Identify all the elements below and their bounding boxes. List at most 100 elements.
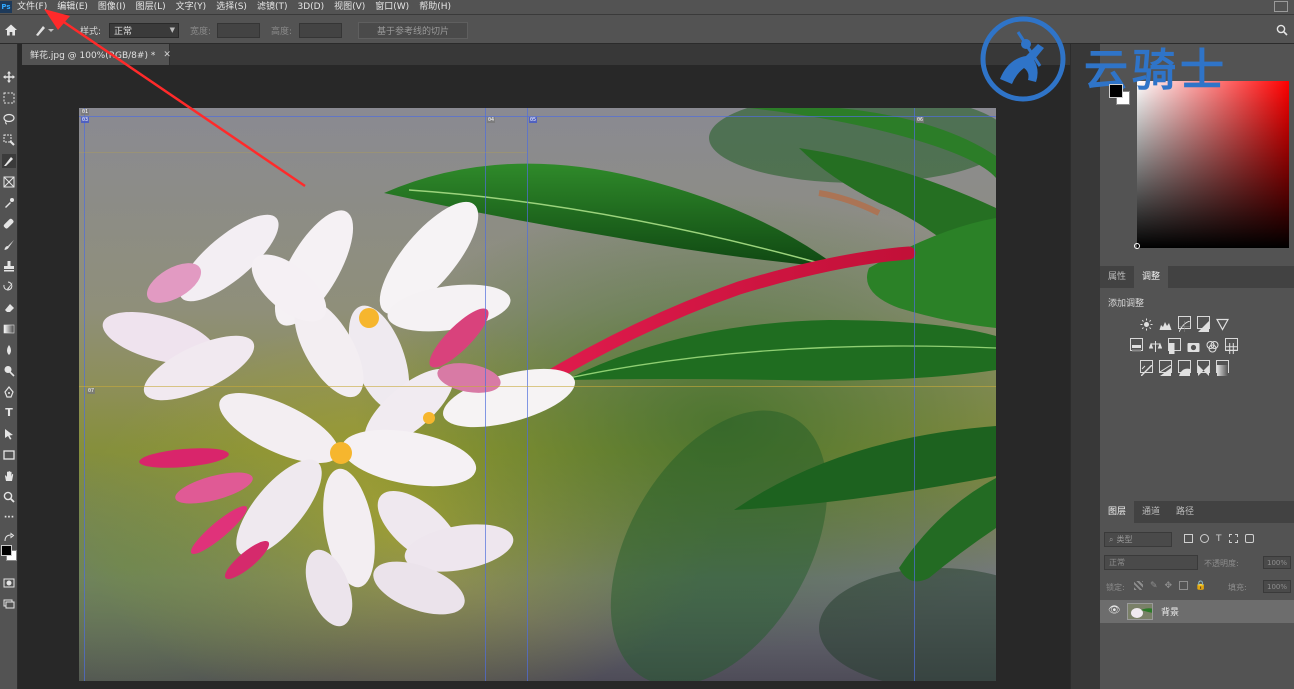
channel-mixer-icon[interactable] xyxy=(1206,338,1219,353)
foreground-color-swatch[interactable] xyxy=(1109,84,1123,98)
brush-tool-icon[interactable] xyxy=(2,238,16,252)
height-field[interactable] xyxy=(299,23,342,38)
brightness-contrast-icon[interactable] xyxy=(1140,316,1153,331)
lock-all-icon[interactable]: 🔒 xyxy=(1195,581,1206,591)
quick-selection-tool-icon[interactable] xyxy=(2,133,16,147)
healing-brush-tool-icon[interactable] xyxy=(2,217,16,231)
zoom-tool-icon[interactable] xyxy=(2,490,16,504)
menu-image[interactable]: 图像(I) xyxy=(93,0,131,14)
width-field[interactable] xyxy=(217,23,260,38)
tool-preset-picker[interactable] xyxy=(34,15,74,45)
slice-label[interactable]: 07 xyxy=(87,388,96,394)
smart-object-filter-icon[interactable] xyxy=(1244,534,1254,543)
layer-row-background[interactable]: 👁 背景 xyxy=(1100,600,1294,623)
menu-file[interactable]: 文件(F) xyxy=(12,0,52,14)
blend-mode-select[interactable]: 正常 xyxy=(1104,555,1198,570)
slice-label[interactable]: 01 xyxy=(81,109,90,115)
slice-label[interactable]: 06 xyxy=(916,117,925,123)
flower-photo[interactable]: 01 03 04 05 06 07 xyxy=(79,108,996,681)
slice-tool-icon[interactable] xyxy=(2,154,16,168)
hue-saturation-icon[interactable] xyxy=(1130,338,1143,352)
visibility-eye-icon[interactable]: 👁 xyxy=(1108,605,1121,616)
slice-label[interactable]: 05 xyxy=(529,117,538,123)
selective-color-icon[interactable] xyxy=(1197,360,1210,376)
lock-transparent-icon[interactable] xyxy=(1134,581,1143,590)
height-label: 高度: xyxy=(271,26,293,37)
opacity-label: 不透明度: xyxy=(1204,559,1239,568)
eraser-tool-icon[interactable] xyxy=(2,301,16,315)
adjustment-filter-icon[interactable] xyxy=(1200,534,1209,543)
screen-mode-icon[interactable] xyxy=(2,597,16,611)
tab-properties[interactable]: 属性 xyxy=(1100,266,1134,288)
dodge-tool-icon[interactable] xyxy=(2,364,16,378)
blur-tool-icon[interactable] xyxy=(2,343,16,357)
menu-view[interactable]: 视图(V) xyxy=(329,0,370,14)
layer-name: 背景 xyxy=(1161,608,1180,618)
swap-colors-icon[interactable] xyxy=(2,531,16,545)
photoshop-logo-icon: Ps xyxy=(0,1,12,13)
fill-field[interactable]: 100% xyxy=(1263,580,1291,593)
marquee-tool-icon[interactable] xyxy=(2,91,16,105)
more-tools-icon[interactable]: ··· xyxy=(2,511,16,525)
posterize-icon[interactable] xyxy=(1159,360,1172,376)
threshold-icon[interactable] xyxy=(1178,360,1191,376)
path-selection-tool-icon[interactable] xyxy=(2,427,16,441)
close-icon[interactable]: ✕ xyxy=(163,50,171,60)
type-tool-icon[interactable]: T xyxy=(2,406,16,420)
menu-layer[interactable]: 图层(L) xyxy=(131,0,171,14)
lock-position-icon[interactable]: ✥ xyxy=(1165,581,1173,591)
exposure-icon[interactable] xyxy=(1197,316,1210,332)
color-lookup-icon[interactable] xyxy=(1225,338,1238,354)
slice-label[interactable]: 04 xyxy=(487,117,496,123)
black-white-icon[interactable] xyxy=(1168,338,1181,354)
menu-filter[interactable]: 滤镜(T) xyxy=(252,0,293,14)
move-tool-icon[interactable] xyxy=(2,70,16,84)
pen-tool-icon[interactable] xyxy=(2,385,16,399)
layer-filter-select[interactable]: ⌕ 类型 xyxy=(1104,532,1172,547)
menu-3d[interactable]: 3D(D) xyxy=(292,0,329,14)
tab-adjustments[interactable]: 调整 xyxy=(1134,266,1169,288)
photo-filter-icon[interactable] xyxy=(1187,338,1200,352)
color-balance-icon[interactable] xyxy=(1148,338,1163,352)
quick-mask-icon[interactable] xyxy=(2,576,16,590)
menu-type[interactable]: 文字(Y) xyxy=(171,0,212,14)
home-icon[interactable] xyxy=(4,15,20,45)
type-filter-icon[interactable]: T xyxy=(1216,534,1222,546)
eyedropper-tool-icon[interactable] xyxy=(2,196,16,210)
color-picker-handle[interactable] xyxy=(1134,243,1140,249)
style-select[interactable]: 正常 ▼ xyxy=(109,23,179,38)
stamp-tool-icon[interactable] xyxy=(2,259,16,273)
add-adjustment-title: 添加调整 xyxy=(1108,299,1145,309)
invert-icon[interactable] xyxy=(1140,360,1153,377)
menu-help[interactable]: 帮助(H) xyxy=(414,0,456,14)
opacity-field[interactable]: 100% xyxy=(1263,556,1291,569)
foreground-color-swatch[interactable] xyxy=(1,545,12,556)
rectangle-tool-icon[interactable] xyxy=(2,448,16,462)
slice-label[interactable]: 03 xyxy=(81,117,90,123)
tab-paths[interactable]: 路径 xyxy=(1168,501,1202,523)
gradient-tool-icon[interactable] xyxy=(2,322,16,336)
photoshop-window: Ps 文件(F) 编辑(E) 图像(I) 图层(L) 文字(Y) 选择(S) 滤… xyxy=(0,0,1294,689)
lasso-tool-icon[interactable] xyxy=(2,112,16,126)
pixel-filter-icon[interactable] xyxy=(1184,534,1193,543)
gradient-map-icon[interactable] xyxy=(1216,360,1229,376)
curves-icon[interactable] xyxy=(1178,316,1191,333)
levels-icon[interactable] xyxy=(1159,316,1172,330)
menu-select[interactable]: 选择(S) xyxy=(211,0,252,14)
menu-edit[interactable]: 编辑(E) xyxy=(52,0,93,14)
tab-layers[interactable]: 图层 xyxy=(1100,501,1135,523)
menu-window[interactable]: 窗口(W) xyxy=(370,0,414,14)
style-select-value: 正常 xyxy=(114,27,133,37)
document-tab[interactable]: 鲜花.jpg @ 100%(RGB/8#) * ✕ xyxy=(22,44,171,65)
knight-seal-icon xyxy=(980,16,1066,102)
shape-filter-icon[interactable] xyxy=(1228,534,1238,543)
vibrance-icon[interactable] xyxy=(1215,316,1230,331)
frame-tool-icon[interactable] xyxy=(2,175,16,189)
history-brush-tool-icon[interactable] xyxy=(2,280,16,294)
artboard-lock-icon[interactable] xyxy=(1179,581,1189,590)
slices-from-guides-button[interactable]: 基于参考线的切片 xyxy=(358,22,468,39)
lock-paint-icon[interactable]: ✎ xyxy=(1150,581,1158,591)
hand-tool-icon[interactable] xyxy=(2,469,16,483)
canvas-area[interactable]: 01 03 04 05 06 07 xyxy=(22,65,1070,689)
tab-channels[interactable]: 通道 xyxy=(1134,501,1168,523)
